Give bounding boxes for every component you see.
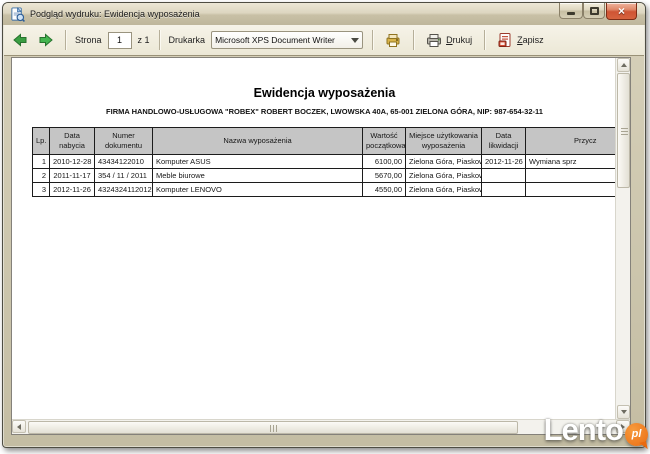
triangle-up-icon [621, 63, 627, 67]
preview-panel: Ewidencja wyposażenia FIRMA HANDLOWO-USŁ… [11, 57, 631, 435]
scrollbar-grip [273, 425, 274, 432]
arrow-left-icon [12, 32, 28, 48]
table-cell: 2011-11-17 [50, 169, 95, 183]
toolbar-separator [413, 30, 414, 50]
document-subtitle: FIRMA HANDLOWO-USŁUGOWA "ROBEX" ROBERT B… [32, 107, 615, 116]
print-button[interactable]: Drukuj [423, 30, 475, 50]
next-page-button[interactable] [36, 32, 56, 48]
print-preview-icon [10, 7, 25, 22]
printer-label: Drukarka [169, 35, 206, 45]
table-cell: 354 / 11 / 2011 [95, 169, 153, 183]
scroll-up-button[interactable] [617, 58, 630, 72]
table-cell: Komputer ASUS [153, 155, 363, 169]
table-cell: 2012-11-26 [482, 155, 526, 169]
table-header-cell: Data nabycia [50, 128, 95, 155]
printer-settings-icon [385, 32, 401, 48]
printer-dropdown[interactable]: Microsoft XPS Document Writer [211, 31, 363, 49]
vertical-scrollbar[interactable] [615, 58, 630, 419]
table-cell: 6100,00 [363, 155, 406, 169]
maximize-button[interactable] [583, 3, 605, 19]
toolbar: Strona z 1 Drukarka Microsoft XPS Docume… [4, 25, 644, 56]
lento-brand-text: Lento [544, 412, 623, 448]
page-label: Strona [75, 35, 102, 45]
document-header: Ewidencja wyposażenia FIRMA HANDLOWO-USŁ… [32, 86, 615, 116]
horizontal-scrollbar[interactable] [12, 419, 630, 434]
table-cell: Zielona Góra, Piaskowa 1 [406, 169, 482, 183]
save-button[interactable]: Zapisz [494, 30, 547, 50]
table-header-cell: Nazwa wyposażenia [153, 128, 363, 155]
table-header-cell: Numer dokumentu [95, 128, 153, 155]
page-number-input[interactable] [108, 32, 132, 49]
table-cell: 2 [33, 169, 50, 183]
printer-icon [426, 32, 442, 48]
previous-page-button[interactable] [10, 32, 30, 48]
table-header-row: Lp.Data nabyciaNumer dokumentuNazwa wypo… [33, 128, 616, 155]
close-button[interactable]: × [606, 3, 637, 20]
table-cell: Zielona Góra, Piaskowa 1 [406, 155, 482, 169]
chevron-down-icon [351, 38, 359, 43]
table-cell [526, 183, 616, 197]
triangle-left-icon [17, 424, 21, 430]
print-button-label: Drukuj [446, 35, 472, 45]
table-row: 22011-11-17354 / 11 / 2011Meble biurowe5… [33, 169, 616, 183]
table-header-cell: Miejsce użytkowania wyposażenia [406, 128, 482, 155]
toolbar-separator [65, 30, 66, 50]
table-cell: 4550,00 [363, 183, 406, 197]
table-header-cell: Data likwidacji [482, 128, 526, 155]
table-header-cell: Przycz [526, 128, 616, 155]
document-title: Ewidencja wyposażenia [32, 86, 615, 100]
table-cell: 5670,00 [363, 169, 406, 183]
table-cell: 1 [33, 155, 50, 169]
arrow-right-icon [38, 32, 54, 48]
table-cell: 2010-12-28 [50, 155, 95, 169]
table-cell [482, 169, 526, 183]
horizontal-scrollbar-thumb[interactable] [28, 421, 518, 434]
table-cell: 43434122010 [95, 155, 153, 169]
window-title: Podgląd wydruku: Ewidencja wyposażenia [30, 9, 200, 19]
lento-bubble-icon: pl [625, 423, 648, 446]
save-document-icon [497, 32, 513, 48]
close-icon: × [618, 5, 625, 17]
toolbar-separator [159, 30, 160, 50]
printer-dropdown-value: Microsoft XPS Document Writer [215, 35, 348, 45]
minimize-icon [567, 12, 575, 15]
table-cell: Wymiana sprz [526, 155, 616, 169]
table-cell: 2012-11-26 [50, 183, 95, 197]
table-header-cell: Wartość początkowa [363, 128, 406, 155]
toolbar-separator [372, 30, 373, 50]
table-cell [526, 169, 616, 183]
table-cell: 4324324112012 [95, 183, 153, 197]
lento-watermark: Lento pl [544, 408, 648, 452]
titlebar[interactable]: Podgląd wydruku: Ewidencja wyposażenia [3, 3, 645, 25]
table-cell: Meble biurowe [153, 169, 363, 183]
equipment-table-container: Lp.Data nabyciaNumer dokumentuNazwa wypo… [32, 127, 615, 267]
save-button-label: Zapisz [517, 35, 544, 45]
table-cell: 3 [33, 183, 50, 197]
vertical-scrollbar-thumb[interactable] [617, 73, 630, 188]
printer-setup-button[interactable] [382, 30, 404, 50]
document-page: Ewidencja wyposażenia FIRMA HANDLOWO-USŁ… [12, 58, 615, 419]
print-preview-window: Podgląd wydruku: Ewidencja wyposażenia ×… [2, 2, 646, 448]
toolbar-separator [484, 30, 485, 50]
page-of-label: z 1 [138, 35, 150, 45]
table-cell [482, 183, 526, 197]
equipment-table: Lp.Data nabyciaNumer dokumentuNazwa wypo… [32, 127, 615, 197]
lento-tld-text: pl [632, 428, 642, 440]
scrollbar-grip [621, 131, 628, 132]
table-cell: Komputer LENOVO [153, 183, 363, 197]
table-row: 32012-11-264324324112012Komputer LENOVO4… [33, 183, 616, 197]
table-header-cell: Lp. [33, 128, 50, 155]
minimize-button[interactable] [559, 3, 583, 19]
maximize-icon [590, 7, 599, 15]
scroll-left-button[interactable] [12, 420, 26, 433]
table-row: 12010-12-2843434122010Komputer ASUS6100,… [33, 155, 616, 169]
table-cell: Zielona Góra, Piaskowa 1 [406, 183, 482, 197]
